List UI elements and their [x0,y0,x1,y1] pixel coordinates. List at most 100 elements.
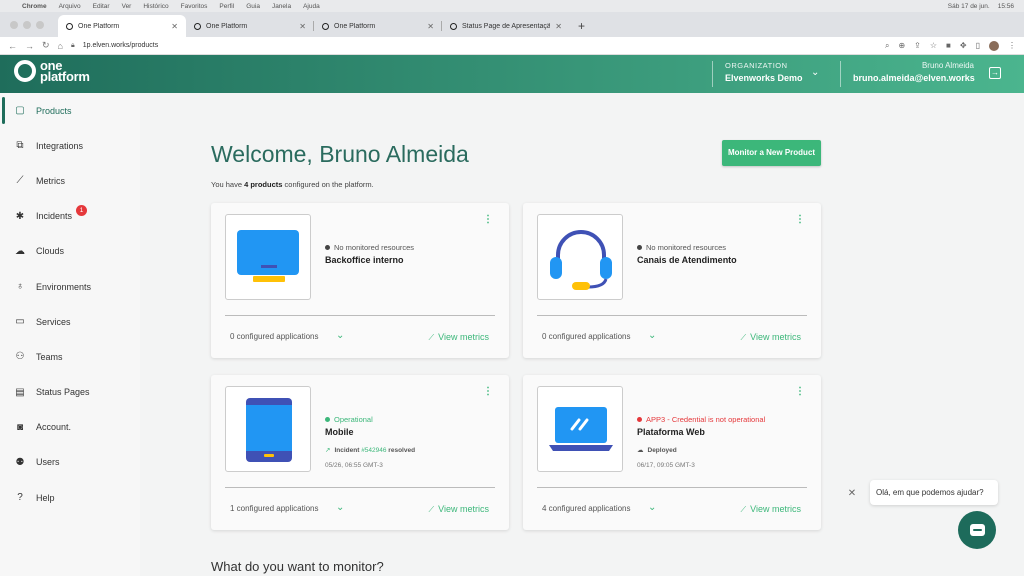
close-chat-icon[interactable]: ✕ [843,485,861,503]
product-name: Plataforma Web [637,427,705,437]
sidebar-item-clouds[interactable]: ☁ Clouds [0,234,140,269]
url-field[interactable]: 1p.elven.works/products [83,42,158,49]
mac-app-name[interactable]: Chrome [22,3,47,10]
extension-icon[interactable]: ■ [946,41,951,50]
expand-chevron-icon[interactable]: ⌄ [648,330,656,341]
organization-label: ORGANIZATION [725,61,788,70]
sidebar-item-label: Account. [36,422,72,433]
sidebar-item-label: Clouds [36,246,65,257]
sidebar-item-products[interactable]: ▢ Products [0,93,140,128]
user-name: Bruno Almeida [921,61,974,70]
user-info: Bruno Almeida bruno.almeida@elven.works [840,61,975,87]
sidebar-item-label: Services [36,316,71,327]
view-metrics-link[interactable]: ⟋ View metrics [741,332,801,343]
close-tab-icon[interactable]: ✕ [555,22,562,31]
product-card[interactable]: ⋮ No monitored resources Backoffice inte… [211,203,509,358]
mac-menu-perfil[interactable]: Perfil [219,3,234,10]
mac-menu-guia[interactable]: Guia [246,3,260,10]
configured-applications: 4 configured applications [542,504,631,513]
one-platform-favicon-icon [66,22,73,30]
sidebar-item-integrations[interactable]: ⧉ Integrations [0,128,140,163]
sidebar-item-label: Users [36,457,60,468]
sidebar-item-services[interactable]: ▭ Services [0,304,140,339]
back-icon[interactable]: ← [8,41,17,51]
new-tab-button[interactable]: + [570,19,593,37]
profile-avatar[interactable] [989,40,999,51]
chat-greeting[interactable]: Olá, em que podemos ajudar? [870,480,998,505]
close-tab-icon[interactable]: ✕ [171,22,178,31]
minimize-window-icon[interactable] [23,21,31,29]
card-menu-icon[interactable]: ⋮ [795,386,805,397]
view-metrics-label: View metrics [750,332,801,342]
one-platform-logo[interactable]: one platform [14,59,90,84]
close-window-icon[interactable] [10,21,18,29]
logo-text-line2: platform [40,69,90,84]
sidebar-item-incidents[interactable]: ✱ Incidents 1 [0,199,140,234]
chevron-down-icon[interactable]: ⌄ [811,67,819,78]
metrics-icon: ⟋ [740,505,747,514]
mac-menu-arquivo[interactable]: Arquivo [59,3,81,10]
expand-chevron-icon[interactable]: ⌄ [336,330,344,341]
incidents-count-badge: 1 [76,204,87,216]
search-icon[interactable]: ⌕ [885,41,889,51]
zoom-window-icon[interactable] [36,21,44,29]
sidebar-item-account[interactable]: ◙ Account. [0,410,140,445]
lightbulb-icon: ♁ [16,281,24,293]
home-icon[interactable]: ⌂ [58,41,63,51]
browser-tab[interactable]: Status Page de Apresentação ✕ [442,15,570,37]
team-icon: ⚇ [15,351,25,363]
expand-chevron-icon[interactable]: ⌄ [336,502,344,513]
mac-menu-janela[interactable]: Janela [272,3,291,10]
services-icon: ▭ [15,316,25,328]
view-metrics-link[interactable]: ⟋ View metrics [429,504,489,515]
forward-icon[interactable]: → [25,41,34,51]
sidebar-item-environments[interactable]: ♁ Environments [0,269,140,304]
product-card[interactable]: ⋮ No monitored resources Canais de Atend… [523,203,821,358]
window-controls [10,21,44,29]
browser-tab[interactable]: One Platform ✕ [186,15,314,37]
chat-button[interactable] [958,511,996,549]
incident-link[interactable]: #542946 [361,447,386,454]
headset-icon [550,230,612,290]
puzzle-icon[interactable]: ✥ [960,41,967,50]
metrics-icon: ⟋ [16,175,24,187]
mac-menu-favoritos[interactable]: Favoritos [181,3,208,10]
mac-menu-historico[interactable]: Histórico [143,3,168,10]
organization-selector[interactable]: ORGANIZATION Elvenworks Demo ⌄ [712,61,819,87]
sidebar-item-metrics[interactable]: ⟋ Metrics [0,163,140,198]
card-menu-icon[interactable]: ⋮ [483,386,493,397]
browser-tab[interactable]: One Platform ✕ [58,15,186,37]
mac-menu-editar[interactable]: Editar [93,3,110,10]
mac-menu-ver[interactable]: Ver [122,3,132,10]
monitor-new-product-button[interactable]: Monitor a New Product [722,140,821,166]
view-metrics-label: View metrics [438,332,489,342]
tab-label: Status Page de Apresentação [462,22,551,30]
reload-icon[interactable]: ↻ [42,40,50,51]
product-card[interactable]: ⋮ Operational Mobile ↗ Incident #542946 r… [211,375,509,530]
product-card[interactable]: ⋮ APP3 - Credential is not operational P… [523,375,821,530]
zoom-icon[interactable]: ⊕ [898,41,905,50]
product-image [537,386,623,472]
logout-icon[interactable]: → [989,67,1001,79]
sidebar-item-users[interactable]: ⚉ Users [0,445,140,480]
close-tab-icon[interactable]: ✕ [299,22,306,31]
sidebar-item-help[interactable]: ? Help [0,480,140,515]
card-menu-icon[interactable]: ⋮ [795,214,805,225]
incident-suffix: resolved [386,447,416,454]
configured-applications: 1 configured applications [230,504,319,513]
card-menu-icon[interactable]: ⋮ [483,214,493,225]
view-metrics-link[interactable]: ⟋ View metrics [429,332,489,343]
browser-tab[interactable]: One Platform ✕ [314,15,442,37]
share-icon[interactable]: ⇪ [914,41,921,50]
view-metrics-link[interactable]: ⟋ View metrics [741,504,801,515]
expand-chevron-icon[interactable]: ⌄ [648,502,656,513]
close-tab-icon[interactable]: ✕ [427,22,434,31]
menu-icon[interactable]: ⋮ [1008,41,1016,50]
lock-icon[interactable]: 🔒︎ [71,42,75,50]
bookmark-icon[interactable]: ☆ [930,41,937,50]
sidepanel-icon[interactable]: ▯ [976,41,980,50]
mac-menu-ajuda[interactable]: Ajuda [303,3,320,10]
sidebar-item-status-pages[interactable]: ▤ Status Pages [0,375,140,410]
product-name: Canais de Atendimento [637,255,737,265]
sidebar-item-teams[interactable]: ⚇ Teams [0,339,140,374]
